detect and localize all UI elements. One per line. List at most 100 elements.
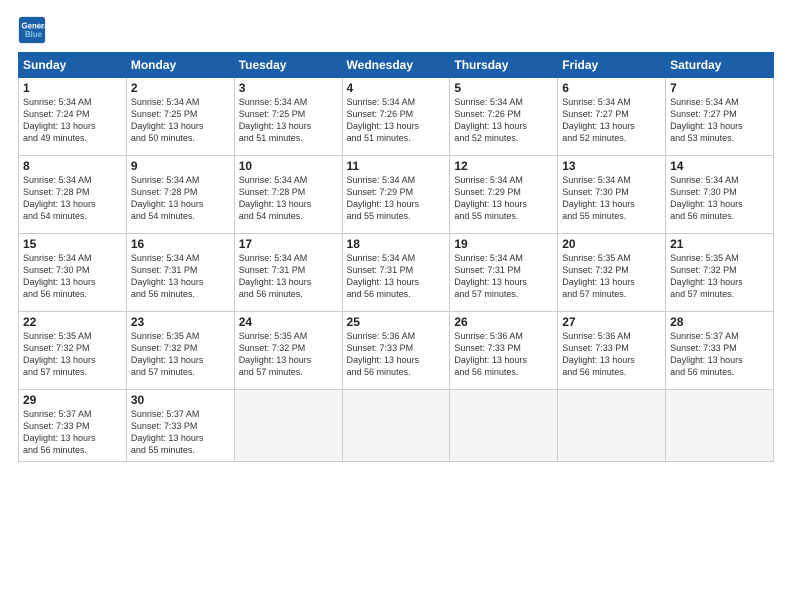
cell-content: Sunrise: 5:34 AMSunset: 7:27 PMDaylight:… [670,97,743,143]
day-number: 25 [347,315,446,329]
calendar-cell: 30Sunrise: 5:37 AMSunset: 7:33 PMDayligh… [126,390,234,462]
day-number: 1 [23,81,122,95]
day-number: 12 [454,159,553,173]
cell-content: Sunrise: 5:37 AMSunset: 7:33 PMDaylight:… [131,409,204,455]
day-number: 14 [670,159,769,173]
day-number: 29 [23,393,122,407]
cell-content: Sunrise: 5:34 AMSunset: 7:30 PMDaylight:… [23,253,96,299]
calendar-cell: 27Sunrise: 5:36 AMSunset: 7:33 PMDayligh… [558,312,666,390]
cell-content: Sunrise: 5:35 AMSunset: 7:32 PMDaylight:… [131,331,204,377]
svg-text:General: General [22,21,47,30]
day-number: 19 [454,237,553,251]
cell-content: Sunrise: 5:34 AMSunset: 7:29 PMDaylight:… [347,175,420,221]
calendar-cell: 14 Sunrise: 5:34 AMSunset: 7:30 PMDayligh… [666,156,774,234]
day-number: 21 [670,237,769,251]
calendar-cell: 23 Sunrise: 5:35 AMSunset: 7:32 PMDayligh… [126,312,234,390]
page: General Blue SundayMondayTuesdayWednesda… [0,0,792,612]
day-number: 7 [670,81,769,95]
calendar-cell: 3 Sunrise: 5:34 AMSunset: 7:25 PMDaylight… [234,78,342,156]
cell-content: Sunrise: 5:34 AMSunset: 7:27 PMDaylight:… [562,97,635,143]
day-header-row: SundayMondayTuesdayWednesdayThursdayFrid… [19,53,774,78]
day-header-monday: Monday [126,53,234,78]
calendar-cell: 16 Sunrise: 5:34 AMSunset: 7:31 PMDayligh… [126,234,234,312]
cell-content: Sunrise: 5:34 AMSunset: 7:31 PMDaylight:… [131,253,204,299]
calendar-cell: 5 Sunrise: 5:34 AMSunset: 7:26 PMDaylight… [450,78,558,156]
logo-icon: General Blue [18,16,46,44]
day-number: 8 [23,159,122,173]
cell-content: Sunrise: 5:34 AMSunset: 7:30 PMDaylight:… [562,175,635,221]
cell-content: Sunrise: 5:34 AMSunset: 7:28 PMDaylight:… [23,175,96,221]
cell-content: Sunrise: 5:34 AMSunset: 7:25 PMDaylight:… [239,97,312,143]
cell-content: Sunrise: 5:34 AMSunset: 7:28 PMDaylight:… [239,175,312,221]
day-number: 23 [131,315,230,329]
week-row-3: 15Sunrise: 5:34 AMSunset: 7:30 PMDayligh… [19,234,774,312]
cell-content: Sunrise: 5:35 AMSunset: 7:32 PMDaylight:… [562,253,635,299]
cell-content: Sunrise: 5:34 AMSunset: 7:30 PMDaylight:… [670,175,743,221]
header: General Blue [18,16,774,44]
cell-content: Sunrise: 5:34 AMSunset: 7:26 PMDaylight:… [347,97,420,143]
cell-content: Sunrise: 5:34 AMSunset: 7:31 PMDaylight:… [239,253,312,299]
cell-content: Sunrise: 5:34 AMSunset: 7:25 PMDaylight:… [131,97,204,143]
day-header-saturday: Saturday [666,53,774,78]
calendar-cell [342,390,450,462]
day-number: 11 [347,159,446,173]
calendar-cell: 12 Sunrise: 5:34 AMSunset: 7:29 PMDayligh… [450,156,558,234]
day-number: 22 [23,315,122,329]
calendar-cell: 10Sunrise: 5:34 AMSunset: 7:28 PMDayligh… [234,156,342,234]
cell-content: Sunrise: 5:34 AMSunset: 7:26 PMDaylight:… [454,97,527,143]
calendar-cell: 24 Sunrise: 5:35 AMSunset: 7:32 PMDayligh… [234,312,342,390]
calendar-cell [666,390,774,462]
day-number: 27 [562,315,661,329]
week-row-2: 8 Sunrise: 5:34 AMSunset: 7:28 PMDaylight… [19,156,774,234]
day-number: 5 [454,81,553,95]
day-number: 9 [131,159,230,173]
calendar-cell [558,390,666,462]
cell-content: Sunrise: 5:36 AMSunset: 7:33 PMDaylight:… [454,331,527,377]
cell-content: Sunrise: 5:34 AMSunset: 7:29 PMDaylight:… [454,175,527,221]
cell-content: Sunrise: 5:37 AMSunset: 7:33 PMDaylight:… [670,331,743,377]
calendar-cell: 1Sunrise: 5:34 AMSunset: 7:24 PMDaylight… [19,78,127,156]
day-number: 20 [562,237,661,251]
calendar-cell: 13 Sunrise: 5:34 AMSunset: 7:30 PMDayligh… [558,156,666,234]
calendar-cell: 17 Sunrise: 5:34 AMSunset: 7:31 PMDayligh… [234,234,342,312]
calendar-cell [234,390,342,462]
calendar-cell: 25 Sunrise: 5:36 AMSunset: 7:33 PMDayligh… [342,312,450,390]
calendar-cell: 20 Sunrise: 5:35 AMSunset: 7:32 PMDayligh… [558,234,666,312]
calendar-cell: 4 Sunrise: 5:34 AMSunset: 7:26 PMDaylight… [342,78,450,156]
cell-content: Sunrise: 5:35 AMSunset: 7:32 PMDaylight:… [239,331,312,377]
day-number: 2 [131,81,230,95]
cell-content: Sunrise: 5:36 AMSunset: 7:33 PMDaylight:… [347,331,420,377]
cell-content: Sunrise: 5:34 AMSunset: 7:31 PMDaylight:… [454,253,527,299]
day-header-sunday: Sunday [19,53,127,78]
calendar-cell: 21 Sunrise: 5:35 AMSunset: 7:32 PMDayligh… [666,234,774,312]
day-header-friday: Friday [558,53,666,78]
calendar-cell: 7 Sunrise: 5:34 AMSunset: 7:27 PMDaylight… [666,78,774,156]
calendar-cell: 28 Sunrise: 5:37 AMSunset: 7:33 PMDayligh… [666,312,774,390]
cell-content: Sunrise: 5:35 AMSunset: 7:32 PMDaylight:… [670,253,743,299]
day-number: 4 [347,81,446,95]
calendar-cell: 6Sunrise: 5:34 AMSunset: 7:27 PMDaylight… [558,78,666,156]
day-number: 28 [670,315,769,329]
cell-content: Sunrise: 5:34 AMSunset: 7:31 PMDaylight:… [347,253,420,299]
day-header-tuesday: Tuesday [234,53,342,78]
week-row-4: 22 Sunrise: 5:35 AMSunset: 7:32 PMDayligh… [19,312,774,390]
cell-content: Sunrise: 5:35 AMSunset: 7:32 PMDaylight:… [23,331,96,377]
calendar-cell: 19 Sunrise: 5:34 AMSunset: 7:31 PMDayligh… [450,234,558,312]
day-number: 3 [239,81,338,95]
calendar-cell: 29 Sunrise: 5:37 AMSunset: 7:33 PMDayligh… [19,390,127,462]
day-number: 24 [239,315,338,329]
day-number: 18 [347,237,446,251]
calendar-table: SundayMondayTuesdayWednesdayThursdayFrid… [18,52,774,462]
calendar-cell [450,390,558,462]
cell-content: Sunrise: 5:37 AMSunset: 7:33 PMDaylight:… [23,409,96,455]
calendar-cell: 9 Sunrise: 5:34 AMSunset: 7:28 PMDaylight… [126,156,234,234]
calendar-cell: 8 Sunrise: 5:34 AMSunset: 7:28 PMDaylight… [19,156,127,234]
calendar-cell: 11 Sunrise: 5:34 AMSunset: 7:29 PMDayligh… [342,156,450,234]
logo: General Blue [18,16,50,44]
day-number: 13 [562,159,661,173]
cell-content: Sunrise: 5:34 AMSunset: 7:28 PMDaylight:… [131,175,204,221]
week-row-5: 29 Sunrise: 5:37 AMSunset: 7:33 PMDayligh… [19,390,774,462]
day-number: 17 [239,237,338,251]
day-header-wednesday: Wednesday [342,53,450,78]
day-number: 16 [131,237,230,251]
